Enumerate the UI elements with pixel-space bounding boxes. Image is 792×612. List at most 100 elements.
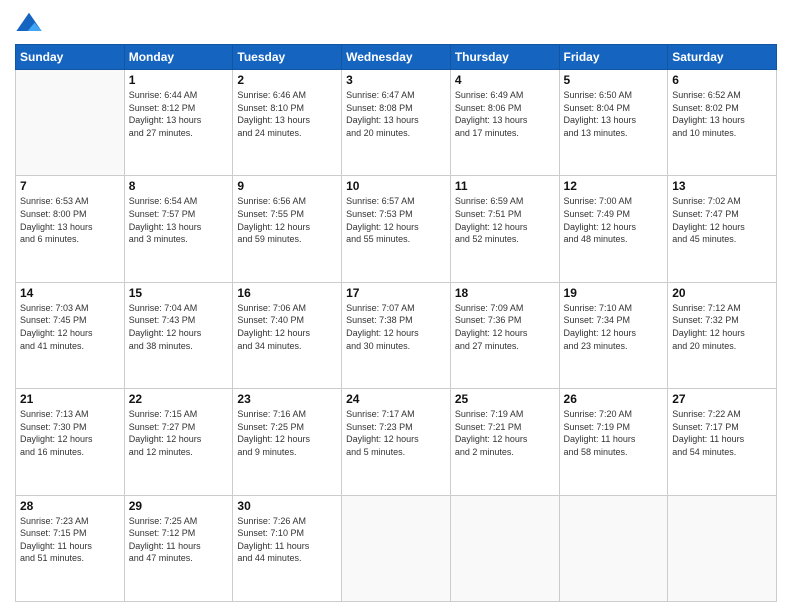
day-info: Sunrise: 7:12 AM Sunset: 7:32 PM Dayligh… <box>672 302 772 352</box>
day-info: Sunrise: 7:23 AM Sunset: 7:15 PM Dayligh… <box>20 515 120 565</box>
calendar-cell-1-5: 12 Sunrise: 7:00 AM Sunset: 7:49 PM Dayli… <box>559 176 668 282</box>
day-info: Sunrise: 7:10 AM Sunset: 7:34 PM Dayligh… <box>564 302 664 352</box>
day-info: Sunrise: 6:59 AM Sunset: 7:51 PM Dayligh… <box>455 195 555 245</box>
calendar-cell-3-4: 25 Sunrise: 7:19 AM Sunset: 7:21 PM Dayli… <box>450 389 559 495</box>
calendar-cell-4-0: 28 Sunrise: 7:23 AM Sunset: 7:15 PM Dayli… <box>16 495 125 601</box>
day-info: Sunrise: 7:25 AM Sunset: 7:12 PM Dayligh… <box>129 515 229 565</box>
day-number: 6 <box>672 73 772 87</box>
day-number: 17 <box>346 286 446 300</box>
calendar-cell-3-0: 21 Sunrise: 7:13 AM Sunset: 7:30 PM Dayli… <box>16 389 125 495</box>
day-number: 20 <box>672 286 772 300</box>
day-number: 24 <box>346 392 446 406</box>
calendar-cell-0-6: 6 Sunrise: 6:52 AM Sunset: 8:02 PM Daylig… <box>668 70 777 176</box>
day-number: 19 <box>564 286 664 300</box>
day-info: Sunrise: 7:17 AM Sunset: 7:23 PM Dayligh… <box>346 408 446 458</box>
day-number: 15 <box>129 286 229 300</box>
day-number: 25 <box>455 392 555 406</box>
day-number: 28 <box>20 499 120 513</box>
day-info: Sunrise: 6:56 AM Sunset: 7:55 PM Dayligh… <box>237 195 337 245</box>
calendar-cell-0-2: 2 Sunrise: 6:46 AM Sunset: 8:10 PM Daylig… <box>233 70 342 176</box>
day-info: Sunrise: 7:03 AM Sunset: 7:45 PM Dayligh… <box>20 302 120 352</box>
header-monday: Monday <box>124 45 233 70</box>
day-info: Sunrise: 7:19 AM Sunset: 7:21 PM Dayligh… <box>455 408 555 458</box>
day-number: 23 <box>237 392 337 406</box>
day-number: 3 <box>346 73 446 87</box>
calendar-cell-1-0: 7 Sunrise: 6:53 AM Sunset: 8:00 PM Daylig… <box>16 176 125 282</box>
calendar-cell-4-2: 30 Sunrise: 7:26 AM Sunset: 7:10 PM Dayli… <box>233 495 342 601</box>
calendar-cell-4-3 <box>342 495 451 601</box>
day-info: Sunrise: 7:16 AM Sunset: 7:25 PM Dayligh… <box>237 408 337 458</box>
header-saturday: Saturday <box>668 45 777 70</box>
calendar-cell-1-4: 11Sunrise: 6:59 AM Sunset: 7:51 PM Dayli… <box>450 176 559 282</box>
calendar-cell-0-4: 4Sunrise: 6:49 AM Sunset: 8:06 PM Daylig… <box>450 70 559 176</box>
day-info: Sunrise: 7:07 AM Sunset: 7:38 PM Dayligh… <box>346 302 446 352</box>
calendar-cell-2-6: 20 Sunrise: 7:12 AM Sunset: 7:32 PM Dayli… <box>668 282 777 388</box>
day-number: 12 <box>564 179 664 193</box>
day-info: Sunrise: 7:20 AM Sunset: 7:19 PM Dayligh… <box>564 408 664 458</box>
calendar-cell-3-2: 23 Sunrise: 7:16 AM Sunset: 7:25 PM Dayli… <box>233 389 342 495</box>
calendar-cell-2-2: 16 Sunrise: 7:06 AM Sunset: 7:40 PM Dayli… <box>233 282 342 388</box>
calendar-week-3: 21 Sunrise: 7:13 AM Sunset: 7:30 PM Dayli… <box>16 389 777 495</box>
calendar-cell-0-1: 1 Sunrise: 6:44 AM Sunset: 8:12 PM Daylig… <box>124 70 233 176</box>
calendar-cell-1-1: 8 Sunrise: 6:54 AM Sunset: 7:57 PM Daylig… <box>124 176 233 282</box>
day-info: Sunrise: 6:52 AM Sunset: 8:02 PM Dayligh… <box>672 89 772 139</box>
header-tuesday: Tuesday <box>233 45 342 70</box>
weekday-header-row: Sunday Monday Tuesday Wednesday Thursday… <box>16 45 777 70</box>
day-info: Sunrise: 6:44 AM Sunset: 8:12 PM Dayligh… <box>129 89 229 139</box>
calendar-week-2: 14 Sunrise: 7:03 AM Sunset: 7:45 PM Dayli… <box>16 282 777 388</box>
day-number: 9 <box>237 179 337 193</box>
day-number: 1 <box>129 73 229 87</box>
calendar-cell-2-5: 19 Sunrise: 7:10 AM Sunset: 7:34 PM Dayli… <box>559 282 668 388</box>
logo-icon <box>15 10 43 38</box>
day-info: Sunrise: 7:26 AM Sunset: 7:10 PM Dayligh… <box>237 515 337 565</box>
day-info: Sunrise: 6:46 AM Sunset: 8:10 PM Dayligh… <box>237 89 337 139</box>
calendar-cell-1-6: 13Sunrise: 7:02 AM Sunset: 7:47 PM Dayli… <box>668 176 777 282</box>
calendar: Sunday Monday Tuesday Wednesday Thursday… <box>15 44 777 602</box>
calendar-cell-0-5: 5Sunrise: 6:50 AM Sunset: 8:04 PM Daylig… <box>559 70 668 176</box>
calendar-cell-2-0: 14 Sunrise: 7:03 AM Sunset: 7:45 PM Dayli… <box>16 282 125 388</box>
day-number: 8 <box>129 179 229 193</box>
day-number: 13 <box>672 179 772 193</box>
calendar-cell-3-5: 26 Sunrise: 7:20 AM Sunset: 7:19 PM Dayli… <box>559 389 668 495</box>
day-info: Sunrise: 7:04 AM Sunset: 7:43 PM Dayligh… <box>129 302 229 352</box>
day-number: 14 <box>20 286 120 300</box>
calendar-cell-1-2: 9 Sunrise: 6:56 AM Sunset: 7:55 PM Daylig… <box>233 176 342 282</box>
day-number: 2 <box>237 73 337 87</box>
day-info: Sunrise: 7:09 AM Sunset: 7:36 PM Dayligh… <box>455 302 555 352</box>
day-number: 16 <box>237 286 337 300</box>
day-info: Sunrise: 6:57 AM Sunset: 7:53 PM Dayligh… <box>346 195 446 245</box>
day-number: 21 <box>20 392 120 406</box>
day-number: 26 <box>564 392 664 406</box>
header-thursday: Thursday <box>450 45 559 70</box>
day-info: Sunrise: 6:54 AM Sunset: 7:57 PM Dayligh… <box>129 195 229 245</box>
calendar-week-1: 7 Sunrise: 6:53 AM Sunset: 8:00 PM Daylig… <box>16 176 777 282</box>
day-info: Sunrise: 7:13 AM Sunset: 7:30 PM Dayligh… <box>20 408 120 458</box>
header-sunday: Sunday <box>16 45 125 70</box>
day-info: Sunrise: 7:06 AM Sunset: 7:40 PM Dayligh… <box>237 302 337 352</box>
page: Sunday Monday Tuesday Wednesday Thursday… <box>0 0 792 612</box>
day-number: 22 <box>129 392 229 406</box>
calendar-cell-3-6: 27Sunrise: 7:22 AM Sunset: 7:17 PM Dayli… <box>668 389 777 495</box>
day-info: Sunrise: 6:47 AM Sunset: 8:08 PM Dayligh… <box>346 89 446 139</box>
calendar-cell-4-1: 29 Sunrise: 7:25 AM Sunset: 7:12 PM Dayli… <box>124 495 233 601</box>
calendar-cell-4-6 <box>668 495 777 601</box>
day-number: 10 <box>346 179 446 193</box>
calendar-cell-3-1: 22Sunrise: 7:15 AM Sunset: 7:27 PM Dayli… <box>124 389 233 495</box>
day-number: 27 <box>672 392 772 406</box>
calendar-cell-4-4 <box>450 495 559 601</box>
header-wednesday: Wednesday <box>342 45 451 70</box>
calendar-cell-0-0 <box>16 70 125 176</box>
logo <box>15 10 47 38</box>
calendar-week-0: 1 Sunrise: 6:44 AM Sunset: 8:12 PM Daylig… <box>16 70 777 176</box>
day-info: Sunrise: 6:50 AM Sunset: 8:04 PM Dayligh… <box>564 89 664 139</box>
day-info: Sunrise: 6:53 AM Sunset: 8:00 PM Dayligh… <box>20 195 120 245</box>
day-number: 4 <box>455 73 555 87</box>
calendar-cell-2-4: 18Sunrise: 7:09 AM Sunset: 7:36 PM Dayli… <box>450 282 559 388</box>
calendar-cell-2-3: 17 Sunrise: 7:07 AM Sunset: 7:38 PM Dayli… <box>342 282 451 388</box>
day-info: Sunrise: 7:00 AM Sunset: 7:49 PM Dayligh… <box>564 195 664 245</box>
day-number: 7 <box>20 179 120 193</box>
calendar-cell-2-1: 15 Sunrise: 7:04 AM Sunset: 7:43 PM Dayli… <box>124 282 233 388</box>
day-number: 30 <box>237 499 337 513</box>
calendar-cell-0-3: 3 Sunrise: 6:47 AM Sunset: 8:08 PM Daylig… <box>342 70 451 176</box>
day-number: 29 <box>129 499 229 513</box>
